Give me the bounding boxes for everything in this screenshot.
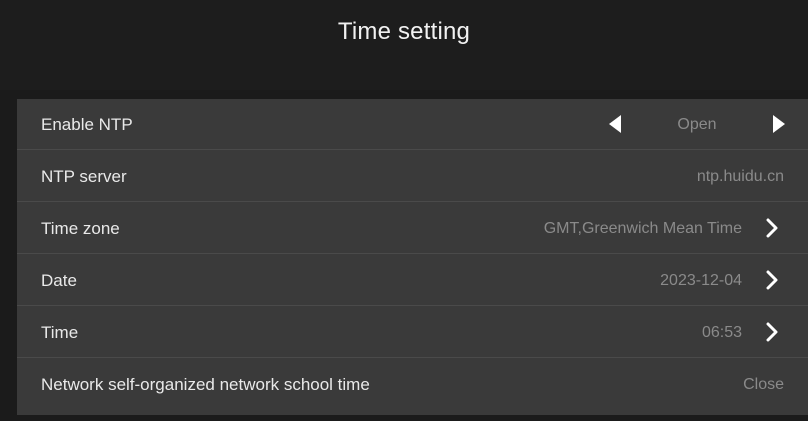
setting-row-network-school-time[interactable]: Network self-organized network school ti… <box>17 359 808 410</box>
chevron-right-icon[interactable] <box>762 270 782 290</box>
enable-ntp-value: Open <box>677 116 717 133</box>
page-title: Time setting <box>337 18 471 45</box>
setting-row-ntp-server[interactable]: NTP server ntp.huidu.cn <box>17 151 808 202</box>
setting-label-time: Time <box>41 323 79 342</box>
triangle-right-icon[interactable] <box>773 115 785 133</box>
setting-row-enable-ntp[interactable]: Enable NTP Open <box>17 99 808 150</box>
date-value: 2023-12-04 <box>660 272 742 289</box>
setting-label-enable-ntp: Enable NTP <box>41 115 133 134</box>
setting-label-network-school-time: Network self-organized network school ti… <box>41 375 370 394</box>
header-bar: Time setting <box>0 0 808 90</box>
triangle-left-icon[interactable] <box>609 115 621 133</box>
chevron-right-icon[interactable] <box>762 322 782 342</box>
setting-row-time-zone[interactable]: Time zone GMT,Greenwich Mean Time <box>17 203 808 254</box>
chevron-right-icon[interactable] <box>762 218 782 238</box>
time-value: 06:53 <box>701 324 742 341</box>
setting-label-ntp-server: NTP server <box>41 167 127 186</box>
setting-label-time-zone: Time zone <box>41 219 120 238</box>
setting-row-time[interactable]: Time 06:53 <box>17 307 808 358</box>
time-setting-screen: Time setting Enable NTP Open NTP server … <box>0 0 808 421</box>
setting-label-date: Date <box>41 271 77 290</box>
network-school-time-value: Close <box>743 376 784 393</box>
setting-row-date[interactable]: Date 2023-12-04 <box>17 255 808 306</box>
enable-ntp-stepper[interactable]: Open <box>609 99 785 150</box>
ntp-server-value: ntp.huidu.cn <box>696 168 784 185</box>
bottom-divider <box>0 415 808 421</box>
time-zone-value: GMT,Greenwich Mean Time <box>543 220 742 237</box>
settings-list: Enable NTP Open NTP server ntp.huidu.cn … <box>17 99 808 415</box>
